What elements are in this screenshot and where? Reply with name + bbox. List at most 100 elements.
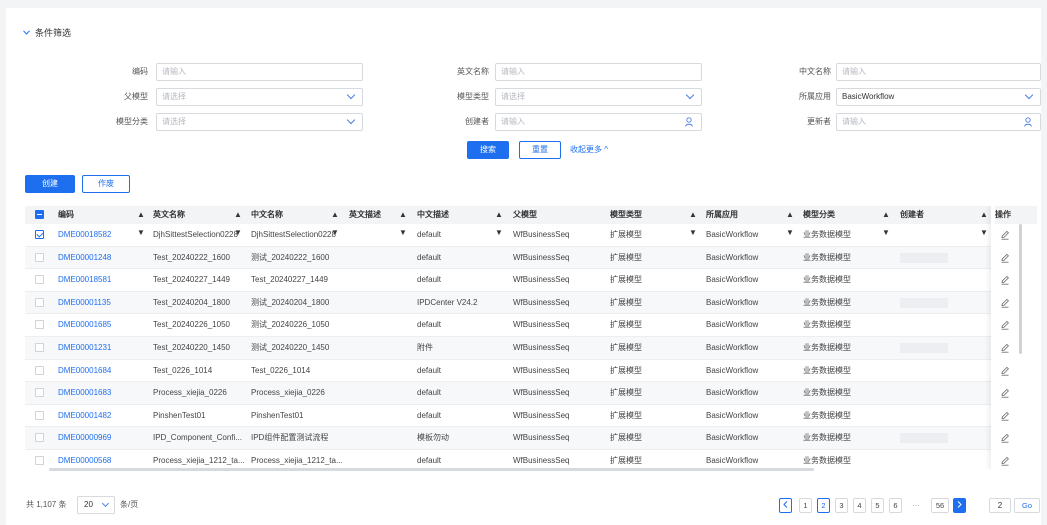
page-button[interactable]: 1 (799, 498, 812, 513)
app-select[interactable]: BasicWorkflow (836, 88, 1041, 106)
row-checkbox[interactable] (35, 343, 44, 352)
row-checkbox[interactable] (35, 230, 44, 239)
edit-icon[interactable] (1000, 343, 1010, 353)
jump-page-input[interactable]: 2 (989, 498, 1011, 513)
table-row[interactable]: DME00018582 DjhSittestSelection0228 DjhSit… (25, 224, 1037, 247)
table-row[interactable]: DME00001135 Test_20240204_1800 测试_20240204… (25, 291, 1037, 315)
row-checkbox[interactable] (35, 433, 44, 443)
vertical-scrollbar[interactable] (1019, 224, 1022, 354)
sort-icon[interactable]: ▲ ▼ (331, 206, 339, 237)
filter-section-toggle[interactable]: 条件筛选 (23, 26, 71, 39)
row-code-link[interactable]: DME00001685 (58, 314, 148, 336)
sort-icon[interactable]: ▲ ▼ (137, 206, 145, 237)
row-checkbox[interactable] (35, 456, 44, 465)
edit-icon[interactable] (1000, 433, 1010, 443)
edit-icon[interactable] (1000, 298, 1010, 308)
row-code-link[interactable]: DME00001683 (58, 382, 148, 404)
edit-icon[interactable] (1000, 411, 1010, 421)
updater-input[interactable]: 请输入 (836, 113, 1041, 131)
col-header[interactable]: 模型类型 (610, 206, 642, 224)
page-button[interactable]: 56 (931, 498, 949, 513)
sort-icon[interactable]: ▲ ▼ (882, 206, 890, 237)
void-button[interactable]: 作废 (82, 175, 130, 193)
edit-icon[interactable] (1000, 388, 1010, 398)
person-icon[interactable] (1024, 117, 1032, 127)
col-header[interactable]: 父模型 (513, 206, 537, 224)
page-button[interactable]: 2 (817, 498, 830, 513)
table-row[interactable]: DME00018581 Test_20240227_1449 Test_202402… (25, 269, 1037, 292)
table-row[interactable]: DME00000969 IPD_Component_Confi... IPD组件配置… (25, 427, 1037, 450)
edit-icon[interactable] (1000, 320, 1010, 330)
edit-icon[interactable] (1000, 275, 1010, 285)
row-code-link[interactable]: DME00001684 (58, 360, 148, 382)
row-checkbox[interactable] (35, 275, 44, 285)
sort-icon[interactable]: ▲ ▼ (980, 206, 988, 237)
table-cell (349, 337, 415, 359)
row-checkbox[interactable] (35, 365, 44, 375)
sort-icon[interactable]: ▲ ▼ (689, 206, 697, 237)
reset-button[interactable]: 重置 (519, 141, 561, 159)
row-code-link[interactable]: DME00000969 (58, 427, 148, 449)
table-row[interactable]: DME00001231 Test_20240220_1450 测试_20240220… (25, 337, 1037, 360)
col-header[interactable]: 中文名称 (251, 206, 283, 224)
page-size-select[interactable]: 20 (77, 496, 115, 514)
row-code-link[interactable]: DME00000568 (58, 450, 148, 470)
edit-icon[interactable] (1000, 253, 1010, 263)
page-button[interactable]: 6 (889, 498, 902, 513)
row-code-link[interactable]: DME00018581 (58, 269, 148, 291)
table-row[interactable]: DME00001684 Test_0226_1014 Test_0226_1014 d… (25, 360, 1037, 383)
collapse-more-link[interactable]: 收起更多 ^ (570, 141, 608, 159)
page-button[interactable]: 5 (871, 498, 884, 513)
sort-icon[interactable]: ▲ ▼ (234, 206, 242, 237)
col-header[interactable]: 所属应用 (706, 206, 738, 224)
edit-icon[interactable] (1000, 230, 1010, 240)
horizontal-scrollbar[interactable] (49, 468, 814, 471)
sort-icon[interactable]: ▲ ▼ (399, 206, 407, 237)
table-cell: BasicWorkflow (706, 410, 759, 420)
prev-page-button[interactable] (779, 498, 792, 513)
row-checkbox[interactable] (35, 320, 44, 330)
page: 条件筛选 编码 请输入 英文名称 请输入 中文名称 请输入 父模型 请选择 模型… (6, 8, 1041, 525)
row-checkbox[interactable] (35, 252, 44, 262)
row-code-link[interactable]: DME00001248 (58, 247, 148, 269)
pagination-ellipsis[interactable]: ··· (912, 498, 920, 513)
sort-icon[interactable]: ▲ ▼ (786, 206, 794, 237)
table-row[interactable]: DME00001685 Test_20240226_1050 测试_20240226… (25, 314, 1037, 337)
next-page-button[interactable] (953, 498, 966, 513)
col-header[interactable]: 英文描述 (349, 206, 381, 224)
search-button[interactable]: 搜索 (467, 141, 509, 159)
row-code-link[interactable]: DME00001231 (58, 337, 148, 359)
page-button[interactable]: 4 (853, 498, 866, 513)
table-cell: WfBusinessSeq (513, 388, 570, 398)
go-button[interactable]: Go (1014, 498, 1040, 513)
row-checkbox[interactable] (35, 297, 44, 307)
per-page-label: 条/页 (120, 500, 139, 509)
col-header[interactable]: 创建者 (900, 206, 924, 224)
table-row[interactable]: DME00001248 Test_20240222_1600 测试_20240222… (25, 246, 1037, 270)
sort-icon[interactable]: ▲ ▼ (495, 206, 503, 237)
col-header[interactable]: 编码 (58, 206, 74, 224)
edit-icon[interactable] (1000, 456, 1010, 466)
edit-icon[interactable] (1000, 366, 1010, 376)
table-row[interactable]: DME00000568 Process_xiejia_1212_ta... Proc… (25, 450, 1037, 470)
row-code-link[interactable]: DME00001135 (58, 292, 148, 314)
page-button[interactable]: 3 (835, 498, 848, 513)
create-button[interactable]: 创建 (25, 175, 75, 193)
table-cell: 测试_20240204_1800 (251, 297, 330, 307)
table-row[interactable]: DME00001683 Process_xiejia_0226 Process_xi… (25, 382, 1037, 405)
table-cell: WfBusinessSeq (513, 252, 570, 262)
row-checkbox[interactable] (35, 410, 44, 420)
col-header[interactable]: 英文名称 (153, 206, 185, 224)
table-cell: 扩展模型 (610, 433, 642, 443)
table-cell: Test_20240220_1450 (153, 343, 230, 352)
select-all-checkbox[interactable] (35, 210, 44, 219)
cn-name-input[interactable]: 请输入 (836, 63, 1041, 81)
row-code-link[interactable]: DME00018582 (58, 224, 148, 246)
row-checkbox[interactable] (35, 388, 44, 398)
col-header[interactable]: 中文描述 (417, 206, 449, 224)
row-code-link[interactable]: DME00001482 (58, 405, 148, 427)
total-count: 共 1,107 条 (26, 500, 67, 509)
table-cell: WfBusinessSeq (513, 297, 570, 307)
col-header[interactable]: 模型分类 (803, 206, 835, 224)
table-row[interactable]: DME00001482 PinshenTest01 PinshenTest01 def… (25, 405, 1037, 428)
